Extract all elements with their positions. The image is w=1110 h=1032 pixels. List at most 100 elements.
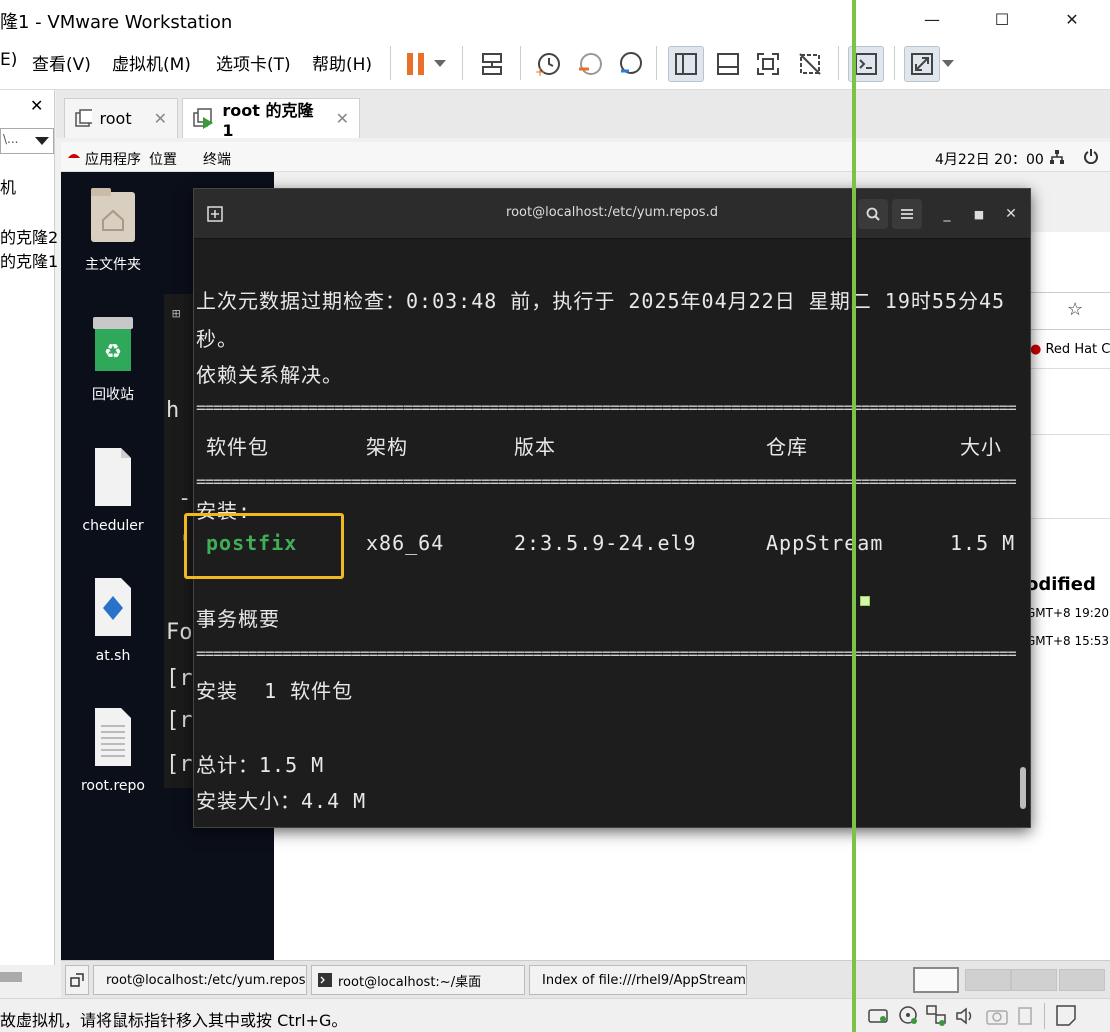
bg-terminal-line: Fo	[166, 620, 193, 645]
bg-terminal-line: h	[166, 398, 180, 423]
workspace-1[interactable]	[913, 967, 959, 993]
gnome-clock[interactable]: 4月22日 20：00	[935, 149, 1044, 169]
home-folder-icon	[91, 188, 135, 242]
toolbar-separator	[462, 46, 463, 80]
thumbnail-bar-button[interactable]	[710, 46, 746, 82]
terminal-close-button[interactable]: ✕	[996, 199, 1026, 229]
snapshot-clock-icon: +	[535, 53, 560, 77]
stretch-dropdown[interactable]	[936, 46, 960, 82]
taskbar-item-firefox[interactable]: Index of file:///rhel9/AppStream —…	[529, 965, 747, 995]
terminal-prompt-icon	[855, 53, 877, 75]
menu-help[interactable]: 帮助(H)	[312, 50, 372, 75]
trash-icon: ♻	[93, 317, 133, 371]
gnome-applications-menu[interactable]: 应用程序	[85, 149, 141, 169]
network-adapter-icon[interactable]	[926, 1005, 948, 1027]
bookmark-star-icon[interactable]: ☆	[1067, 299, 1083, 320]
tab-root[interactable]: root ✕	[64, 98, 178, 138]
usb-device-icon[interactable]	[1016, 1007, 1034, 1025]
gnome-places-menu[interactable]: 位置	[149, 149, 177, 169]
show-desktop-button[interactable]	[65, 965, 89, 995]
tab-label: root	[99, 109, 132, 128]
maximize-button[interactable]: ☐	[974, 0, 1030, 38]
column-size: 大小	[960, 435, 1002, 459]
chevron-down-icon	[434, 60, 446, 67]
tab-close-icon[interactable]: ✕	[154, 109, 167, 128]
taskbar-item-terminal-repos[interactable]: root@localhost:/etc/yum.repos.d	[93, 965, 307, 995]
stretch-guest-button[interactable]	[904, 46, 940, 82]
menu-edit[interactable]: E)	[0, 50, 17, 70]
workspace-4[interactable]	[1059, 969, 1105, 991]
pause-icon	[407, 53, 424, 75]
search-button[interactable]	[858, 199, 888, 229]
hamburger-menu-button[interactable]	[892, 199, 922, 229]
gnome-terminal-menu[interactable]: 终端	[203, 149, 231, 169]
revert-snapshot-button[interactable]	[572, 46, 608, 82]
menu-vm[interactable]: 虚拟机(M)	[112, 50, 191, 75]
package-version: 2:3.5.9-24.el9	[514, 531, 697, 555]
snapshot-manager-button[interactable]	[612, 46, 648, 82]
full-screen-button[interactable]	[750, 46, 786, 82]
firefox-bookmark[interactable]: ● Red Hat Cor	[1030, 342, 1110, 357]
vm-running-icon	[193, 107, 213, 129]
workspace-2[interactable]	[965, 969, 1011, 991]
message-icon[interactable]	[1056, 1005, 1076, 1027]
library-pane: ✕ \... 机 的克隆2 的克隆1	[0, 90, 58, 982]
toolbar-separator	[894, 46, 895, 80]
library-panel-icon	[675, 53, 697, 75]
library-search-input[interactable]: \...	[0, 128, 54, 154]
pause-dropdown[interactable]	[428, 46, 452, 82]
library-item-clone1[interactable]: 的克隆1	[0, 248, 58, 272]
snapshot-button[interactable]: +	[530, 46, 566, 82]
firefox-url-bar[interactable]: ☆	[1030, 292, 1110, 330]
terminal-line-resolved: 依赖关系解决。	[196, 363, 343, 387]
vm-icon	[75, 108, 92, 127]
power-icon[interactable]	[1083, 148, 1099, 164]
bookmark-label: Red Hat Cor	[1045, 342, 1110, 357]
terminal-icon	[318, 973, 332, 987]
send-ctrl-alt-del-button[interactable]	[474, 46, 510, 82]
close-button[interactable]: ✕	[1044, 0, 1100, 38]
status-message: 故虚拟机，请将鼠标指针移入其中或按 Ctrl+G。	[0, 1011, 348, 1030]
terminal-scrollbar[interactable]	[1020, 767, 1026, 809]
unity-button[interactable]	[792, 46, 828, 82]
taskbar-item-terminal-desktop[interactable]: root@localhost:~/桌面	[311, 965, 525, 995]
cd-dvd-icon[interactable]	[898, 1005, 920, 1027]
terminal-rule: ========================================…	[196, 401, 1016, 415]
menu-toolbar: E) 查看(V) 虚拟机(M) 选项卡(T) 帮助(H) +	[0, 38, 1110, 90]
tab-close-icon[interactable]: ✕	[336, 109, 349, 128]
tab-root-clone1[interactable]: root 的克隆1 ✕	[182, 98, 360, 140]
toolbar-separator	[838, 46, 839, 80]
hard-disk-icon[interactable]	[868, 1007, 890, 1025]
bg-terminal-line: [r	[166, 708, 193, 733]
menu-view[interactable]: 查看(V)	[32, 50, 91, 75]
desktop-icon-home[interactable]: 主文件夹	[68, 186, 158, 274]
menu-tabs[interactable]: 选项卡(T)	[216, 50, 291, 75]
camera-icon[interactable]	[986, 1007, 1008, 1025]
library-scrollbar[interactable]	[0, 972, 22, 982]
bg-terminal-line: [r	[166, 752, 193, 777]
redhat-icon	[68, 154, 80, 158]
desktop-icon-at-sh[interactable]: at.sh	[68, 576, 158, 664]
terminal-maximize-button[interactable]: ■	[964, 199, 994, 229]
unity-disabled-icon	[799, 53, 821, 75]
desktop-icon-scheduler[interactable]: cheduler	[68, 446, 158, 534]
terminal-output[interactable]: 上次元数据过期检查：0:03:48 前，执行于 2025年04月22日 星期二 …	[184, 239, 1030, 829]
toolbar-separator	[390, 46, 391, 80]
taskbar-item-label: Index of file:///rhel9/AppStream —…	[542, 972, 746, 988]
show-library-button[interactable]	[668, 46, 704, 82]
guide-line	[852, 0, 856, 1032]
sound-icon[interactable]	[956, 1007, 976, 1025]
library-item-clone2[interactable]: 的克隆2	[0, 224, 58, 248]
library-search-value: \...	[3, 132, 19, 146]
library-close-button[interactable]: ✕	[30, 96, 43, 115]
window-title: 隆1 - VMware Workstation	[0, 12, 233, 33]
terminal-minimize-button[interactable]: _	[932, 199, 962, 229]
terminal-header: root@localhost:/etc/yum.repos.d _ ■ ✕	[194, 189, 1030, 239]
network-icon[interactable]	[1049, 149, 1065, 165]
workspace-3[interactable]	[1011, 969, 1057, 991]
desktop-icon-root-repo[interactable]: root.repo	[68, 706, 158, 794]
desktop-icon-trash[interactable]: ♻ 回收站	[68, 316, 158, 404]
minimize-button[interactable]: —	[904, 0, 960, 38]
vm-tab-bar: root ✕ root 的克隆1 ✕	[56, 90, 1110, 140]
library-item-computer[interactable]: 机	[0, 174, 16, 198]
